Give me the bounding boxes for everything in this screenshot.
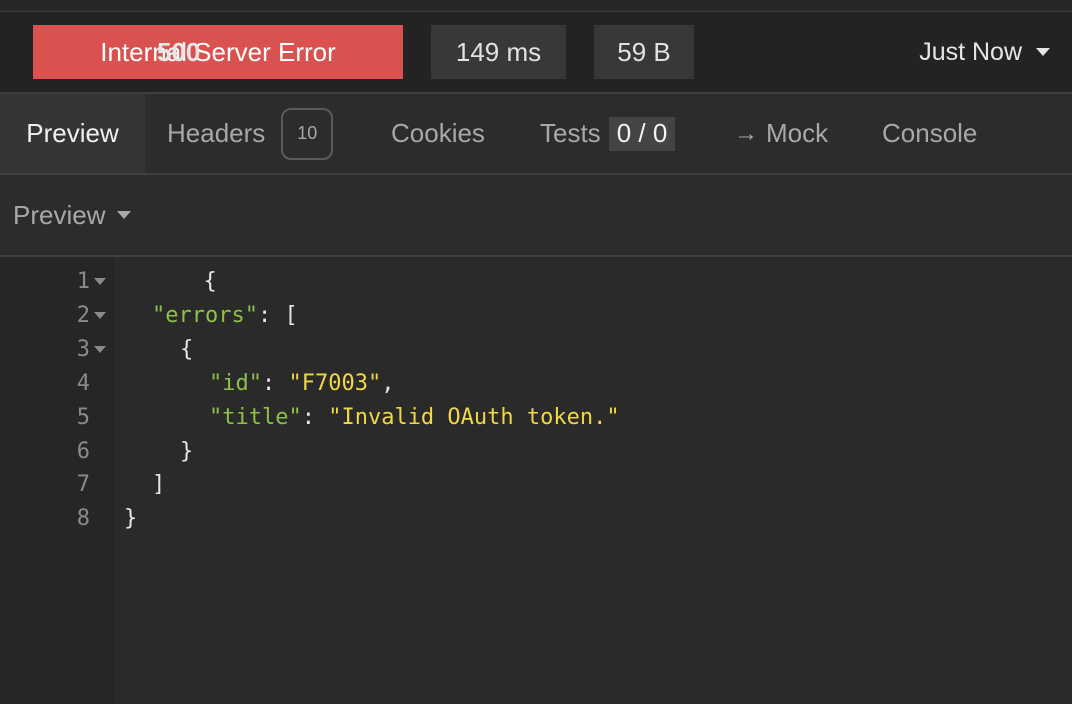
json-brace: } <box>180 438 194 464</box>
code-text: ] <box>152 472 165 497</box>
code-line: 6 } <box>0 434 1072 468</box>
response-body-editor[interactable]: 1 { 2 "errors": [ 3 { 4 "id": "F7003", 5… <box>0 257 1072 704</box>
json-key: "title" <box>209 404 302 430</box>
json-brace: } <box>124 505 138 531</box>
tab-mock[interactable]: → Mock <box>734 94 828 173</box>
code-line: 4 "id": "F7003", <box>0 366 1072 400</box>
fold-arrow-icon[interactable] <box>94 346 106 353</box>
fold-arrow-icon[interactable] <box>94 278 106 285</box>
preview-mode-dropdown[interactable]: Preview <box>13 175 132 255</box>
line-number: 5 <box>76 404 90 430</box>
line-number: 1 <box>76 268 90 294</box>
tab-preview-label: Preview <box>26 118 119 148</box>
preview-mode-label: Preview <box>13 199 106 230</box>
line-number: 6 <box>76 438 90 464</box>
chevron-down-icon <box>1036 48 1050 56</box>
json-brace: { <box>180 336 194 362</box>
status-text: Internal Server Error <box>100 36 336 67</box>
line-number: 8 <box>76 505 90 531</box>
code-line: 1 { <box>0 264 1072 298</box>
json-string: "F7003" <box>288 370 382 396</box>
json-punct: : <box>301 404 329 430</box>
tab-cookies[interactable]: Cookies <box>391 94 485 173</box>
line-number: 4 <box>76 370 90 396</box>
tab-preview[interactable]: Preview <box>0 94 145 173</box>
history-label: Just Now <box>919 37 1022 66</box>
json-punct: : [ <box>257 302 298 328</box>
json-key: "errors" <box>152 302 258 328</box>
line-number: 3 <box>76 336 90 362</box>
tab-tests[interactable]: Tests 0 / 0 <box>540 94 676 173</box>
code-line: 5 "title": "Invalid OAuth token." <box>0 400 1072 434</box>
json-punct: , <box>381 370 395 396</box>
code-line: 8 } <box>0 501 1072 535</box>
json-string: "Invalid OAuth token." <box>328 404 620 430</box>
response-status-bar: 500 Internal Server Error 149 ms 59 B Ju… <box>0 12 1072 94</box>
tests-result-badge: 0 / 0 <box>608 116 676 151</box>
headers-count-badge: 10 <box>281 107 334 160</box>
code-text: } <box>180 439 193 464</box>
arrow-right-icon: → <box>734 119 758 147</box>
history-dropdown[interactable]: Just Now <box>919 25 1050 79</box>
line-number: 2 <box>76 302 90 328</box>
tab-tests-label: Tests <box>540 118 601 148</box>
status-badge: 500 Internal Server Error <box>33 25 403 79</box>
line-number: 7 <box>76 471 90 497</box>
tab-console-label: Console <box>882 118 978 148</box>
response-size: 59 B <box>594 25 694 79</box>
json-brace: { <box>203 268 217 294</box>
json-bracket: ] <box>152 471 166 497</box>
tab-headers-label: Headers <box>167 118 266 148</box>
json-punct: : <box>261 370 289 396</box>
response-time: 149 ms <box>431 25 566 79</box>
window-top-strip <box>0 0 1072 12</box>
tab-console[interactable]: Console <box>882 94 977 173</box>
code-line: 3 { <box>0 332 1072 366</box>
code-line: 2 "errors": [ <box>0 298 1072 332</box>
json-key: "id" <box>209 370 262 396</box>
tab-mock-label: Mock <box>766 118 829 148</box>
tab-cookies-label: Cookies <box>391 118 485 148</box>
status-code: 500 <box>157 36 201 67</box>
code-text: } <box>124 506 137 531</box>
code-text: "errors": [ <box>152 303 298 328</box>
code-line: 7 ] <box>0 467 1072 501</box>
code-text: { <box>180 337 193 362</box>
fold-arrow-icon[interactable] <box>94 312 106 319</box>
code-text: "title": "Invalid OAuth token." <box>209 405 620 430</box>
code-text: "id": "F7003", <box>209 371 394 396</box>
tab-headers[interactable]: Headers 10 <box>167 94 334 173</box>
chevron-down-icon <box>117 211 132 219</box>
response-tabs: Preview Headers 10 Cookies Tests 0 / 0 →… <box>0 94 1072 175</box>
